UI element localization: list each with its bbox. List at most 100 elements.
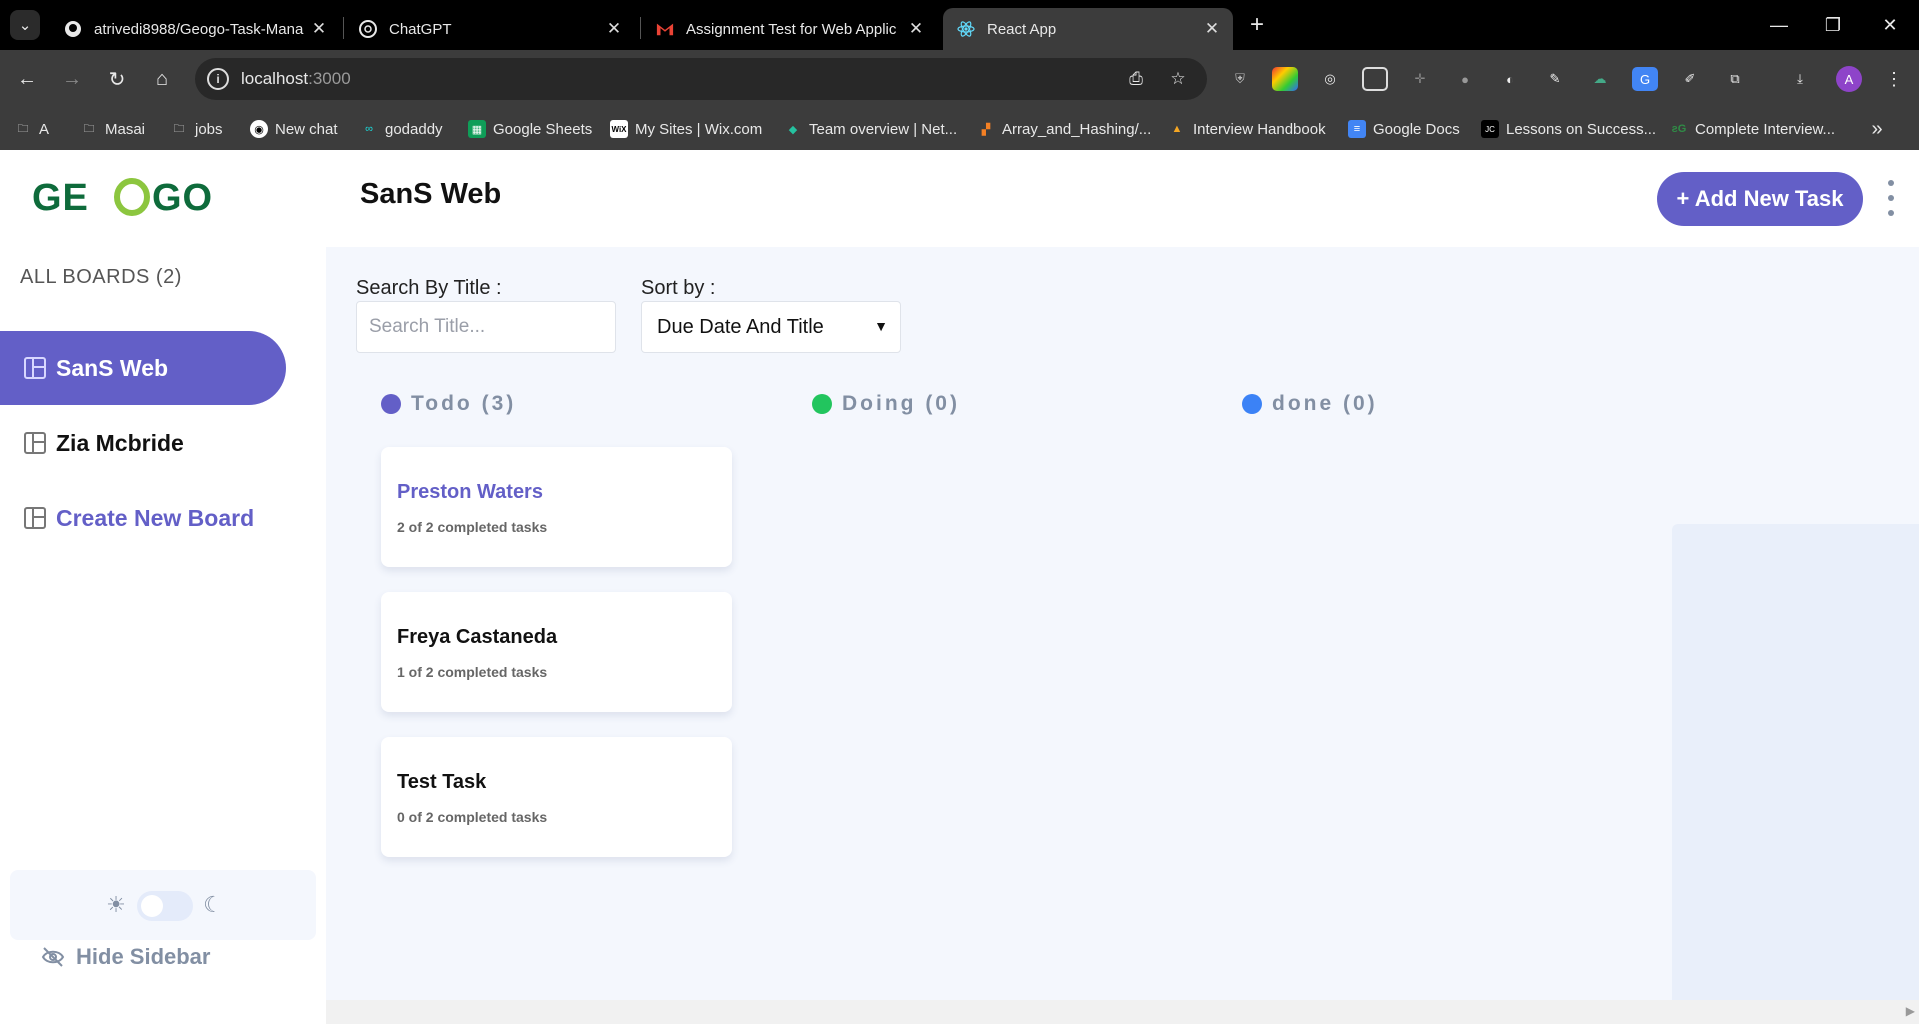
eraser-extension-icon[interactable]: ✐ [1677, 67, 1703, 91]
site-info-icon[interactable]: i [207, 68, 229, 90]
bookmark-item[interactable]: ▦ Google Sheets [468, 108, 592, 150]
bookmark-item[interactable]: ∞ godaddy [360, 108, 442, 150]
bookmark-item[interactable]: JC Lessons on Success... [1481, 108, 1656, 150]
godaddy-icon: ∞ [365, 123, 373, 135]
column-color-dot [381, 394, 401, 414]
shield-extension-icon[interactable]: ⛨ [1227, 67, 1253, 91]
gmail-icon [656, 20, 674, 38]
close-icon[interactable]: ✕ [603, 18, 625, 40]
board-item-sans-web[interactable]: SanS Web [0, 331, 286, 405]
task-title: Preston Waters [397, 481, 543, 503]
new-tab-button[interactable]: + [1244, 11, 1270, 38]
url-text: localhost:3000 [241, 69, 351, 88]
sidebar: GE GO ALL BOARDS (2) SanS Web Zia Mcbrid… [0, 150, 326, 1024]
address-bar[interactable]: i localhost:3000 ⎙ ☆ [195, 58, 1207, 100]
browser-menu-icon[interactable]: ⋮ [1881, 67, 1907, 91]
task-subtasks: 1 of 2 completed tasks [397, 664, 548, 680]
wix-icon: WiX [610, 120, 628, 138]
column-title: Doing (0) [842, 392, 960, 415]
bookmark-item[interactable]: 🗀 A [14, 108, 50, 150]
more-bookmarks-icon[interactable]: » [1864, 116, 1890, 142]
task-card[interactable]: Preston Waters 2 of 2 completed tasks [381, 447, 732, 567]
bookmark-item[interactable]: ◉ New chat [250, 108, 338, 150]
tab-react-app[interactable]: React App ✕ [943, 8, 1233, 50]
profile-avatar[interactable]: A [1836, 66, 1862, 92]
cloud-extension-icon[interactable]: ☁ [1587, 67, 1613, 91]
close-icon[interactable]: ✕ [1201, 18, 1223, 40]
download-icon[interactable]: ⤓ [1787, 67, 1813, 91]
close-icon[interactable]: ✕ [308, 18, 330, 40]
tab-title: Assignment Test for Web Applic [686, 20, 897, 38]
create-board-label: Create New Board [56, 504, 255, 531]
board-icon [24, 507, 46, 529]
task-subtasks: 2 of 2 completed tasks [397, 519, 548, 535]
bookmark-star-icon[interactable]: ☆ [1165, 67, 1191, 91]
gfg-icon: ƨG [1671, 123, 1687, 135]
new-column-placeholder[interactable] [1672, 524, 1919, 1024]
sort-value: Due Date And Title [657, 315, 824, 338]
tab-title: React App [987, 20, 1057, 38]
window-extension-icon[interactable] [1362, 67, 1388, 91]
kanban-app: GE GO ALL BOARDS (2) SanS Web Zia Mcbrid… [0, 150, 1919, 1024]
svg-text:GO: GO [152, 177, 213, 218]
sort-label: Sort by : [641, 277, 716, 299]
bookmark-item[interactable]: ≡ Google Docs [1348, 108, 1460, 150]
reload-icon[interactable]: ↻ [100, 62, 134, 96]
sort-select[interactable]: Due Date And Title ▼ [641, 301, 901, 353]
bookmark-item[interactable]: 🗀 Masai [80, 108, 146, 150]
bookmark-item[interactable]: ◆ Team overview | Net... [784, 108, 957, 150]
pen-extension-icon[interactable]: ✎ [1542, 67, 1568, 91]
hide-sidebar-button[interactable]: Hide Sidebar [40, 940, 210, 974]
theme-toggle[interactable] [137, 891, 193, 921]
board-item-zia-mcbride[interactable]: Zia Mcbride [0, 406, 286, 480]
window-close-icon[interactable]: ✕ [1873, 10, 1907, 40]
bookmark-item[interactable]: ▲ Interview Handbook [1168, 108, 1326, 150]
chatgpt-icon: ◉ [250, 120, 268, 138]
scroll-right-icon[interactable]: ▶ [1906, 1004, 1915, 1018]
board-main: Search By Title : Sort by : Due Date And… [326, 247, 1919, 1024]
horizontal-scrollbar[interactable]: ▶ [326, 1000, 1919, 1024]
color-extension-icon[interactable] [1272, 67, 1298, 91]
board-menu-icon[interactable] [1884, 180, 1898, 216]
column-done-header: done (0) [1242, 391, 1378, 417]
circle-extension-icon[interactable]: ◐ [1497, 67, 1523, 91]
code-icon: ▞ [981, 123, 991, 136]
column-title: done (0) [1272, 392, 1378, 415]
add-new-task-button[interactable]: + Add New Task [1657, 172, 1863, 226]
geogo-logo: GE GO [32, 172, 232, 222]
bookmarks-bar: 🗀 A 🗀 Masai 🗀 jobs ◉ New chat ∞ godaddy ▦ Goog… [0, 108, 1919, 150]
task-title: Freya Castaneda [397, 626, 558, 648]
task-card[interactable]: Test Task 0 of 2 completed tasks [381, 737, 732, 857]
sun-icon: ☀ [106, 892, 126, 917]
tab-gmail[interactable]: Assignment Test for Web Applic ✕ [642, 8, 937, 50]
home-icon[interactable]: ⌂ [145, 62, 179, 96]
chatgpt-icon [359, 20, 377, 38]
logo-wordmark: GE GO [32, 177, 213, 218]
bookmark-item[interactable]: ƨG Complete Interview... [1670, 108, 1835, 150]
create-new-board-button[interactable]: Create New Board [0, 481, 286, 555]
translate-extension-icon[interactable]: G [1632, 67, 1658, 91]
column-color-dot [1242, 394, 1262, 414]
restore-icon[interactable]: ❐ [1816, 10, 1850, 40]
ruler-extension-icon[interactable]: ✛ [1407, 67, 1433, 91]
tab-github[interactable]: atrivedi8988/Geogo-Task-Mana ✕ [50, 8, 340, 50]
minimize-icon[interactable]: — [1762, 10, 1796, 40]
forward-icon[interactable]: → [55, 62, 89, 96]
bookmark-item[interactable]: 🗀 jobs [170, 108, 223, 150]
folder-icon: 🗀 [83, 122, 95, 135]
close-icon[interactable]: ✕ [905, 18, 927, 40]
tab-search-button[interactable]: ⌄ [10, 10, 40, 40]
search-input[interactable] [356, 301, 616, 353]
task-card[interactable]: Freya Castaneda 1 of 2 completed tasks [381, 592, 732, 712]
svg-text:GE: GE [32, 177, 89, 218]
tab-title: atrivedi8988/Geogo-Task-Mana [94, 20, 304, 38]
glasses-extension-icon[interactable]: ◎ [1317, 67, 1343, 91]
bookmark-item[interactable]: ▞ Array_and_Hashing/... [977, 108, 1152, 150]
install-app-icon[interactable]: ⎙ [1123, 67, 1149, 91]
puzzle-extensions-icon[interactable]: ⧉ [1722, 67, 1748, 91]
back-icon[interactable]: ← [10, 62, 44, 96]
moon-icon: ☾ [203, 892, 223, 917]
bookmark-item[interactable]: WiX My Sites | Wix.com [610, 108, 762, 150]
tab-chatgpt[interactable]: ChatGPT ✕ [345, 8, 635, 50]
mouse-extension-icon[interactable]: ● [1452, 67, 1478, 91]
